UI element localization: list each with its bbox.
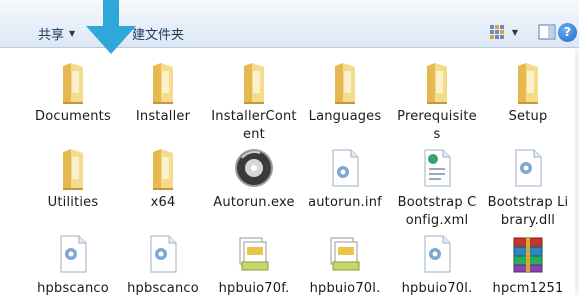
file-item-prerequisites[interactable]: Prerequisites: [394, 58, 480, 144]
file-item-label: InstallerContent: [211, 109, 297, 142]
command-bar: 共享 ▼ 建文件夹 ▼ ?: [0, 0, 579, 54]
share-dropdown-icon: ▼: [69, 28, 76, 38]
file-item-autorun-inf[interactable]: autorun.inf: [302, 144, 388, 212]
file-item-hpbscanco-2[interactable]: hpbscanco: [120, 230, 206, 295]
file-item-hpbuio70l-1[interactable]: hpbuio70l.: [302, 230, 388, 295]
view-grid-icon: [489, 25, 504, 39]
batch-file-icon: [330, 237, 360, 271]
preview-pane-button[interactable]: [536, 22, 558, 42]
config-file-icon: [515, 149, 542, 187]
file-item-label: Documents: [35, 109, 111, 124]
file-item-hpcm1251[interactable]: hpcm1251: [485, 230, 571, 295]
file-item-label: Utilities: [47, 195, 99, 210]
file-item-bootstrap-library-dll[interactable]: Bootstrap Library.dll: [485, 144, 571, 230]
file-item-autorun-exe[interactable]: Autorun.exe: [211, 144, 297, 212]
folder-icon: [153, 63, 173, 104]
file-item-languages[interactable]: Languages: [302, 58, 388, 126]
file-item-hpbuio70l-2[interactable]: hpbuio70l.: [394, 230, 480, 295]
file-list: Documents Installer InstallerContent Lan…: [0, 49, 579, 295]
view-controls: ▼ ?: [480, 20, 579, 44]
folder-icon: [63, 149, 83, 190]
file-item-label: hpbuio70l.: [401, 281, 473, 295]
config-file-icon: [60, 235, 87, 273]
share-label: 共享: [38, 27, 65, 43]
file-item-label: Bootstrap Config.xml: [397, 195, 477, 228]
help-icon[interactable]: ?: [558, 22, 577, 42]
preview-pane-icon: [538, 24, 556, 40]
view-dropdown-icon[interactable]: ▼: [512, 28, 518, 37]
file-item-label: Autorun.exe: [213, 195, 295, 210]
batch-file-icon: [239, 237, 269, 271]
folder-icon: [518, 63, 538, 104]
file-item-label: Setup: [508, 109, 548, 124]
change-view-button[interactable]: [486, 22, 508, 42]
file-item-label: hpcm1251: [492, 281, 564, 295]
file-item-installer[interactable]: Installer: [120, 58, 206, 126]
file-item-label: hpbuio70f.: [218, 281, 290, 295]
file-item-installercontent[interactable]: InstallerContent: [211, 58, 297, 144]
file-item-label: Languages: [308, 109, 382, 124]
xml-file-icon: [424, 149, 451, 187]
file-item-label: Installer: [135, 109, 191, 124]
file-item-x64[interactable]: x64: [120, 144, 206, 212]
folder-icon: [244, 63, 264, 104]
file-item-bootstrap-config-xml[interactable]: Bootstrap Config.xml: [394, 144, 480, 230]
archive-icon: [513, 237, 543, 273]
file-item-hpbscanco-1[interactable]: hpbscanco: [30, 230, 116, 295]
scrollbar[interactable]: [575, 49, 579, 295]
folder-icon: [427, 63, 447, 104]
file-item-utilities[interactable]: Utilities: [30, 144, 116, 212]
file-item-label: hpbscanco: [127, 281, 199, 295]
file-item-label: hpbscanco: [37, 281, 109, 295]
disc-app-icon: [235, 149, 273, 187]
folder-icon: [63, 63, 83, 104]
file-item-hpbuio70f[interactable]: hpbuio70f.: [211, 230, 297, 295]
file-item-label: hpbuio70l.: [309, 281, 381, 295]
file-item-label: Bootstrap Library.dll: [487, 195, 569, 228]
config-file-icon: [332, 149, 359, 187]
file-item-setup[interactable]: Setup: [485, 58, 571, 126]
file-item-label: autorun.inf: [308, 195, 382, 210]
file-item-label: Prerequisites: [397, 109, 477, 142]
folder-icon: [335, 63, 355, 104]
file-item-documents[interactable]: Documents: [30, 58, 116, 126]
file-item-label: x64: [150, 195, 176, 210]
config-file-icon: [150, 235, 177, 273]
share-menu-button[interactable]: 共享 ▼: [38, 23, 75, 43]
folder-icon: [153, 149, 173, 190]
config-file-icon: [424, 235, 451, 273]
